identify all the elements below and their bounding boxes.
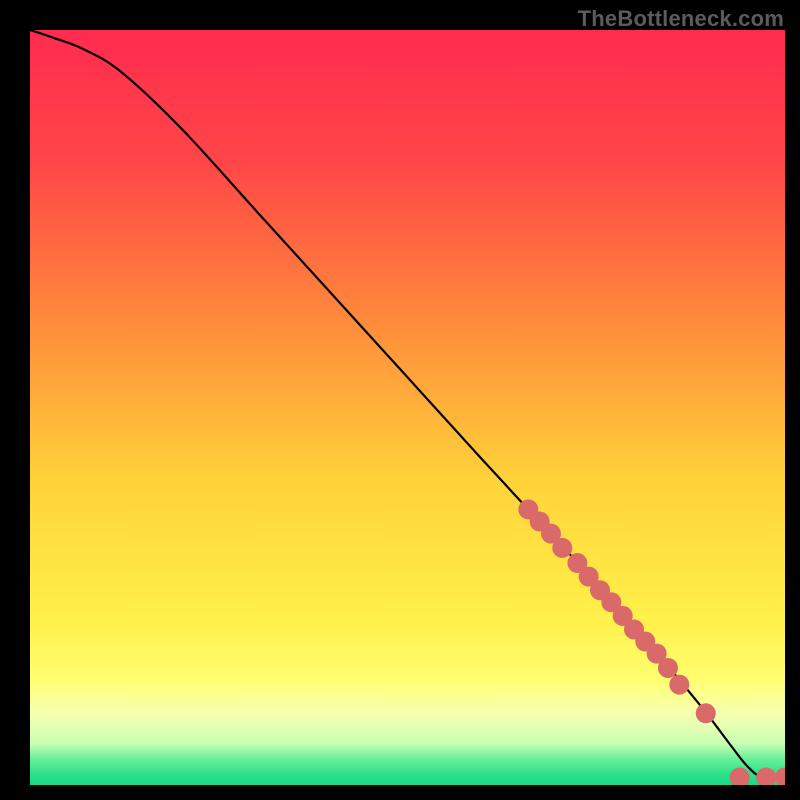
plot-area [30,30,785,785]
data-point [658,658,678,678]
data-point [669,675,689,695]
data-point [696,703,716,723]
chart-frame: TheBottleneck.com [0,0,800,800]
watermark-label: TheBottleneck.com [578,6,784,32]
chart-svg [30,30,785,785]
data-point [552,538,572,558]
